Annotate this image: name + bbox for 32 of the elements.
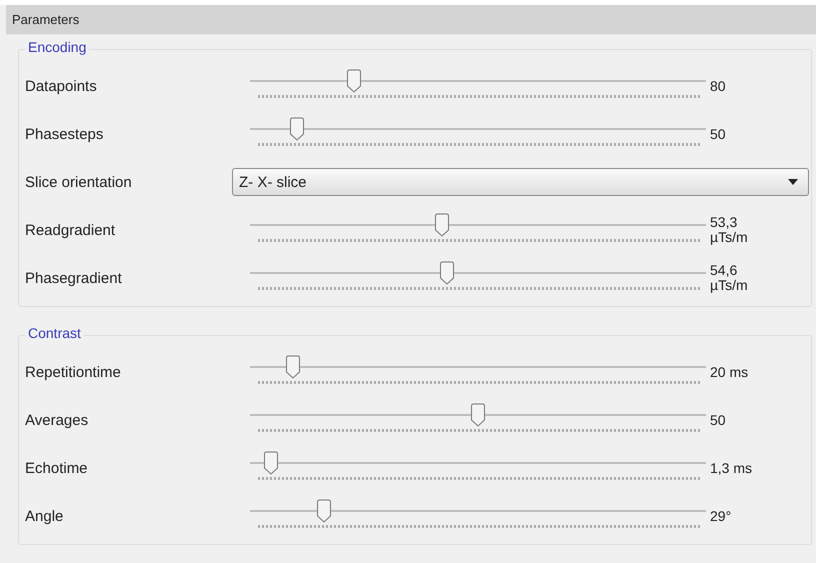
group-title: Contrast bbox=[25, 325, 84, 341]
value-text: µTs/m bbox=[710, 278, 749, 293]
slider-thumb[interactable] bbox=[434, 213, 450, 237]
slider-thumb[interactable] bbox=[346, 69, 362, 93]
field-label: Slice orientation bbox=[25, 174, 133, 190]
field-label: Repetitiontime bbox=[25, 364, 122, 380]
field-label: Datapoints bbox=[25, 78, 98, 94]
field-label: Echotime bbox=[25, 460, 89, 476]
group-title: Encoding bbox=[25, 39, 90, 55]
value-text: 80 bbox=[710, 78, 727, 94]
slider-thumb[interactable] bbox=[284, 355, 301, 379]
field-label: Readgradient bbox=[25, 222, 116, 238]
value-text: 20 ms bbox=[710, 364, 750, 380]
dropdown[interactable]: Z- X- slice bbox=[232, 168, 809, 196]
slider-thumb[interactable] bbox=[262, 451, 279, 475]
value-text: 1,3 ms bbox=[710, 460, 754, 476]
slider-thumb[interactable] bbox=[316, 499, 332, 523]
slider-thumb[interactable] bbox=[438, 261, 455, 285]
value-text: µTs/m bbox=[710, 230, 749, 245]
field-label: Angle bbox=[25, 508, 64, 524]
slider-thumb[interactable] bbox=[470, 403, 486, 427]
value-text: 54,6 bbox=[710, 263, 738, 278]
value-text: 50 bbox=[710, 126, 727, 142]
field-label: Averages bbox=[25, 412, 90, 428]
panel-title: Parameters bbox=[12, 12, 80, 27]
field-label: Phasesteps bbox=[25, 126, 104, 142]
value-text: 50 bbox=[710, 412, 727, 428]
field-label: Phasegradient bbox=[25, 270, 123, 286]
caret-icon bbox=[788, 179, 798, 185]
value-text: 53,3 bbox=[710, 215, 738, 230]
slider-thumb[interactable] bbox=[289, 117, 306, 141]
value-text: 29° bbox=[710, 508, 732, 524]
